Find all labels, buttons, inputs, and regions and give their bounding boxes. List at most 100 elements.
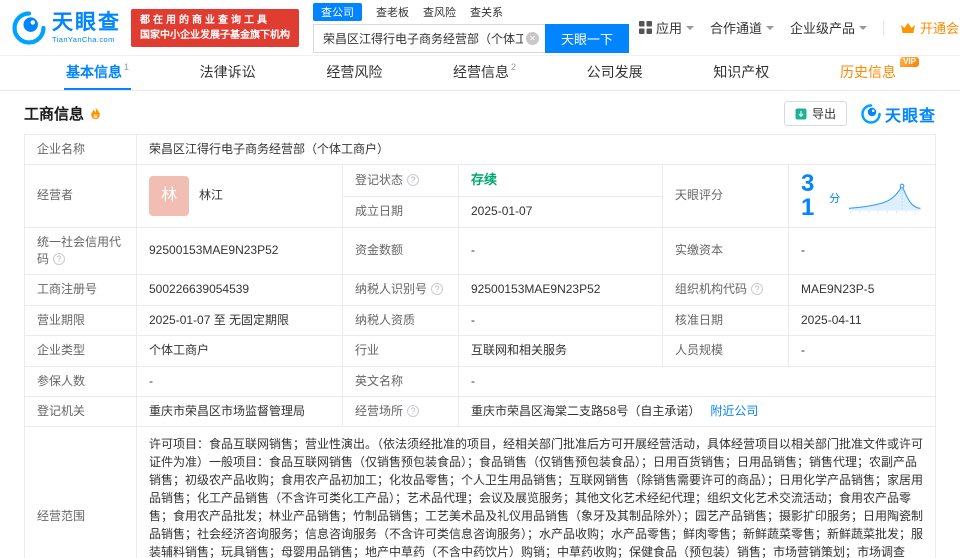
tab-intellectual-property-label: 知识产权 xyxy=(713,64,770,80)
slogan-line-1: 都在用的商业查询工具 xyxy=(140,14,270,26)
top-menu: 应用 合作通道 企业级产品 开通会员 xyxy=(639,16,960,40)
menu-divider xyxy=(883,20,885,35)
approval-date-value: 2025-04-11 xyxy=(788,304,936,337)
hot-icon xyxy=(89,107,102,121)
tab-basic-info-label: 基本信息 xyxy=(66,64,122,80)
tab-operation-risk[interactable]: 经营风险 xyxy=(324,56,384,90)
search-input[interactable] xyxy=(313,23,545,53)
tab-legal-litigation[interactable]: 法律诉讼 xyxy=(198,56,258,90)
business-term-value: 2025-01-07 至 无固定期限 xyxy=(136,304,343,337)
company-type-value: 个体工商户 xyxy=(136,335,343,367)
export-label: 导出 xyxy=(811,107,836,121)
tianyancha-logo-icon xyxy=(12,10,46,45)
open-vip-button[interactable]: 开通会员 xyxy=(900,18,960,37)
clear-icon[interactable]: ✕ xyxy=(526,31,539,45)
tab-business-info[interactable]: 经营信息 2 xyxy=(451,56,518,90)
open-vip-label: 开通会员 xyxy=(920,21,960,36)
operator-avatar[interactable]: 林 xyxy=(149,176,189,216)
menu-enterprise[interactable]: 企业级产品 xyxy=(790,18,868,37)
tab-history-info-label: 历史信息 xyxy=(839,64,896,80)
export-button[interactable]: 导出 xyxy=(783,101,847,126)
crown-icon xyxy=(901,22,916,33)
operator-name-link[interactable]: 林江 xyxy=(199,187,223,204)
tianyancha-watermark: 天眼查 xyxy=(861,102,936,126)
english-name-value: - xyxy=(458,365,936,397)
company-name-label: 企业名称 xyxy=(24,133,137,166)
search-tab-risk[interactable]: 查风险 xyxy=(423,4,456,20)
company-name-value: 荣昌区江得行电子商务经营部（个体工商户） xyxy=(136,133,936,166)
search-tab-boss[interactable]: 查老板 xyxy=(376,4,409,20)
company-type-label: 企业类型 xyxy=(24,335,137,367)
capital-label: 资金数额 xyxy=(342,226,459,276)
tab-operation-risk-label: 经营风险 xyxy=(326,64,383,80)
help-icon[interactable]: ? xyxy=(407,174,420,187)
slogan-banner: 都在用的商业查询工具 国家中小企业发展子基金旗下机构 xyxy=(131,8,299,47)
score-cell[interactable]: 31 分 xyxy=(788,164,936,228)
help-icon[interactable]: ? xyxy=(407,404,420,417)
table-row: 企业类型 个体工商户 行业 互联网和相关服务 人员规模 - xyxy=(24,335,936,367)
reg-number-value: 500226639054539 xyxy=(136,274,343,306)
table-row: 企业名称 荣昌区江得行电子商务经营部（个体工商户） xyxy=(24,133,936,166)
tab-company-development-label: 公司发展 xyxy=(586,64,643,80)
taxpayer-quality-label: 纳税人资质 xyxy=(342,304,459,337)
slogan-line-2: 国家中小企业发展子基金旗下机构 xyxy=(140,29,290,41)
menu-cooperation[interactable]: 合作通道 xyxy=(710,18,775,37)
established-label: 成立日期 xyxy=(342,196,459,228)
table-row: 参保人数 - 英文名称 - xyxy=(24,365,936,397)
search-button[interactable]: 天眼一下 xyxy=(545,23,629,53)
top-header: 天眼查 TianYanCha.com 都在用的商业查询工具 国家中小企业发展子基… xyxy=(0,0,960,56)
watermark-text: 天眼查 xyxy=(884,107,936,125)
help-icon[interactable]: ? xyxy=(751,283,764,296)
nearby-companies-link[interactable]: 附近公司 xyxy=(710,404,758,418)
tab-business-info-label: 经营信息 xyxy=(452,64,509,80)
table-row: 经营者 林 林江 登记状态? 存续 天眼评分 31 分 xyxy=(24,164,936,228)
operator-label: 经营者 xyxy=(24,164,137,228)
insured-value: - xyxy=(136,365,343,397)
company-section-tabs: 基本信息 1 法律诉讼 经营风险 经营信息 2 公司发展 知识产权 历史信息 V… xyxy=(0,56,960,91)
score-label: 天眼评分 xyxy=(662,164,789,228)
table-row: 工商注册号 500226639054539 纳税人识别号? 92500153MA… xyxy=(24,274,936,306)
menu-apps[interactable]: 应用 xyxy=(639,18,695,37)
table-row: 统一社会信用代码? 92500153MAE9N23P52 资金数额 - 实缴资本… xyxy=(24,226,936,276)
address-value: 重庆市荣昌区海棠二支路58号（自主承诺） xyxy=(471,403,701,418)
business-scope-value: 许可项目：食品互联网销售；营业性演出。（依法须经批准的项目，经相关部门批准后方可… xyxy=(136,426,936,558)
taxpayer-id-label: 纳税人识别号? xyxy=(342,274,459,306)
org-code-label: 组织机构代码? xyxy=(662,274,789,306)
chevron-down-icon xyxy=(766,25,775,34)
help-icon[interactable]: ? xyxy=(431,283,444,296)
search-tabs: 查公司 查老板 查风险 查关系 xyxy=(313,2,629,21)
menu-cooperation-label: 合作通道 xyxy=(710,21,763,36)
paid-capital-value: - xyxy=(788,226,936,276)
search-tab-company[interactable]: 查公司 xyxy=(313,2,362,21)
status-badge: 存续 xyxy=(471,172,498,188)
tab-basic-info[interactable]: 基本信息 1 xyxy=(64,56,132,90)
tianyancha-logo[interactable]: 天眼查 TianYanCha.com xyxy=(12,10,121,45)
insured-label: 参保人数 xyxy=(24,365,137,397)
tab-legal-litigation-label: 法律诉讼 xyxy=(199,64,256,80)
paid-capital-label: 实缴资本 xyxy=(662,226,789,276)
registry-value: 重庆市荣昌区市场监督管理局 xyxy=(136,395,343,428)
chevron-down-icon xyxy=(686,25,695,34)
tab-intellectual-property[interactable]: 知识产权 xyxy=(711,56,771,90)
chevron-down-icon xyxy=(859,25,868,34)
staff-size-value: - xyxy=(788,335,936,367)
search-tab-relation[interactable]: 查关系 xyxy=(470,4,503,20)
address-cell: 重庆市荣昌区海棠二支路58号（自主承诺） 附近公司 xyxy=(458,395,936,428)
table-row: 登记机关 重庆市荣昌区市场监督管理局 经营场所? 重庆市荣昌区海棠二支路58号（… xyxy=(24,395,936,428)
registration-status-value: 存续 xyxy=(458,164,663,198)
score-value: 31 xyxy=(801,170,815,221)
reg-number-label: 工商注册号 xyxy=(24,274,137,306)
tab-history-info[interactable]: 历史信息 VIP xyxy=(838,56,919,90)
help-icon[interactable]: ? xyxy=(53,253,66,266)
business-term-label: 营业期限 xyxy=(24,304,137,337)
tab-company-development[interactable]: 公司发展 xyxy=(585,56,645,90)
vip-badge: VIP xyxy=(900,57,919,67)
capital-value: - xyxy=(458,226,663,276)
approval-date-label: 核准日期 xyxy=(662,304,789,337)
export-icon xyxy=(795,108,807,119)
watermark-logo-icon xyxy=(861,103,881,124)
apps-grid-icon xyxy=(639,21,652,34)
menu-apps-label: 应用 xyxy=(656,21,683,36)
industry-label: 行业 xyxy=(342,335,459,367)
table-row: 营业期限 2025-01-07 至 无固定期限 纳税人资质 - 核准日期 202… xyxy=(24,304,936,337)
